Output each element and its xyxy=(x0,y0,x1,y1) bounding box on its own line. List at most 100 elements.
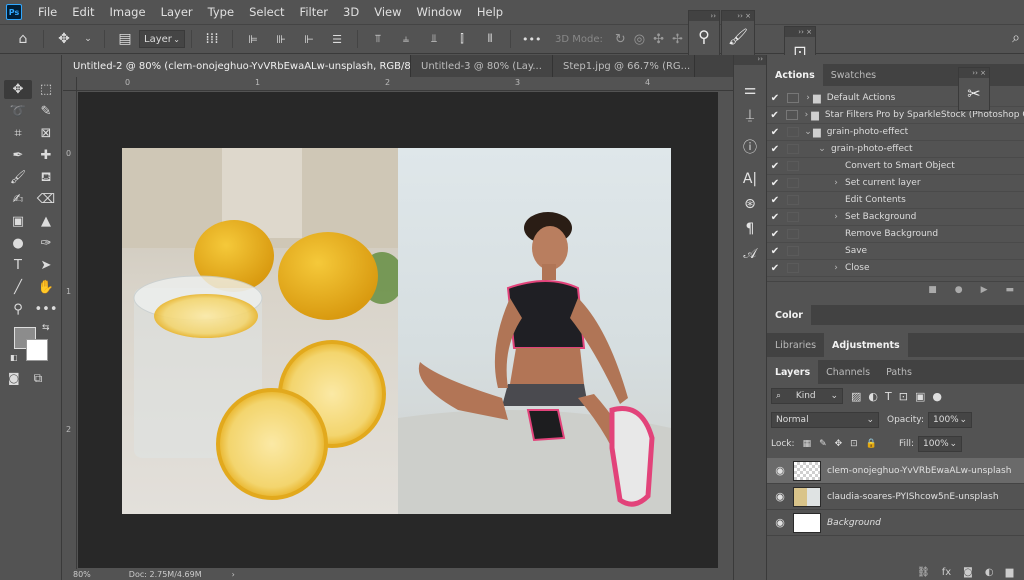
swap-colors-icon[interactable]: ⇆ xyxy=(42,323,50,333)
menu-type[interactable]: Type xyxy=(208,5,234,19)
tab-untitled-2[interactable]: Untitled-2 @ 80% (clem-onojeghuo-YvVRbEw… xyxy=(63,55,411,77)
history-brush-tool-icon[interactable]: ✍ xyxy=(4,190,32,209)
check-icon[interactable]: ✔ xyxy=(767,127,783,138)
menu-image[interactable]: Image xyxy=(110,5,146,19)
vertical-ruler[interactable]: 0 1 2 xyxy=(63,91,77,569)
align-center-icon[interactable]: ⊪ xyxy=(272,33,290,46)
check-icon[interactable]: ✔ xyxy=(767,178,783,189)
panel-close-icon[interactable]: ›› × xyxy=(785,27,815,37)
healing-brush-tool-icon[interactable]: ✚ xyxy=(32,146,60,165)
action-step-close[interactable]: ✔ › Close xyxy=(767,260,1024,277)
action-step-set-current-layer[interactable]: ✔ › Set current layer xyxy=(767,175,1024,192)
add-mask-icon[interactable]: ◙ xyxy=(963,567,973,578)
new-group-icon[interactable]: ▆ xyxy=(1006,567,1014,578)
distribute-right-icon[interactable]: ⦀ xyxy=(481,32,499,46)
chevron-down-icon[interactable]: ⌄ xyxy=(803,127,813,137)
quick-mask-icon[interactable]: ◙ xyxy=(8,371,20,386)
smart-object-filter-icon[interactable]: ▣ xyxy=(915,390,925,403)
blend-mode-dropdown[interactable]: Normal ⌄ xyxy=(771,412,879,428)
chevron-right-icon[interactable]: › xyxy=(802,110,811,120)
document-canvas[interactable] xyxy=(122,148,671,514)
default-colors-icon[interactable]: ◧ xyxy=(10,353,18,362)
tab-actions[interactable]: Actions xyxy=(767,64,823,86)
hand-tool-icon[interactable]: ✋ xyxy=(32,278,60,297)
eyedropper-tool-icon[interactable]: ✒ xyxy=(4,146,32,165)
quick-select-tool-icon[interactable]: ✎ xyxy=(32,102,60,121)
dialog-toggle-icon[interactable] xyxy=(787,161,799,171)
menu-layer[interactable]: Layer xyxy=(161,5,193,19)
more-tools-icon[interactable]: ••• xyxy=(32,300,60,319)
opacity-field[interactable]: 100% ⌄ xyxy=(928,412,972,428)
check-icon[interactable]: ✔ xyxy=(767,263,783,274)
tab-paths[interactable]: Paths xyxy=(878,360,920,384)
eye-icon[interactable]: ◉ xyxy=(767,464,793,477)
properties-icon[interactable]: ⚌ xyxy=(734,79,766,101)
brush-settings-icon[interactable]: ⚲ xyxy=(689,27,719,46)
play-icon[interactable]: ▶ xyxy=(981,285,988,295)
clone-stamp-tool-icon[interactable]: ⛾ xyxy=(32,168,60,187)
tab-layers[interactable]: Layers xyxy=(767,360,819,384)
filter-toggle-icon[interactable]: ● xyxy=(932,390,942,403)
more-options-icon[interactable]: ••• xyxy=(522,33,541,46)
frame-tool-icon[interactable]: ⊠ xyxy=(32,124,60,143)
layer-row-background[interactable]: ◉ Background xyxy=(767,510,1024,536)
dialog-toggle-icon[interactable] xyxy=(787,144,799,154)
glyphs-icon[interactable]: ⊛ xyxy=(734,193,766,215)
action-step-save[interactable]: ✔ Save xyxy=(767,243,1024,260)
gradient-tool-icon[interactable]: ▣ xyxy=(4,212,32,231)
auto-select-icon[interactable]: ▤ xyxy=(116,31,134,47)
check-icon[interactable]: ✔ xyxy=(767,229,783,240)
dock-collapse-icon[interactable]: ›› xyxy=(734,55,766,65)
screen-mode-icon[interactable]: ⧉ xyxy=(34,371,43,386)
align-right-icon[interactable]: ⊩ xyxy=(300,33,318,46)
action-row-grain-action[interactable]: ✔ ⌄ grain-photo-effect xyxy=(767,141,1024,158)
tab-adjustments[interactable]: Adjustments xyxy=(824,333,908,357)
menu-filter[interactable]: Filter xyxy=(300,5,328,19)
brushes-icon[interactable]: 🖌 xyxy=(722,27,754,46)
chevron-right-icon[interactable]: › xyxy=(803,93,813,103)
check-icon[interactable]: ✔ xyxy=(767,246,783,257)
adjustment-filter-icon[interactable]: ◐ xyxy=(868,390,878,403)
dialog-toggle-icon[interactable] xyxy=(787,127,799,137)
menu-file[interactable]: File xyxy=(38,5,57,19)
new-set-icon[interactable]: ▬ xyxy=(1005,285,1014,295)
stop-icon[interactable]: ■ xyxy=(928,285,937,295)
marquee-tool-icon[interactable]: ⬚ xyxy=(32,80,60,99)
check-icon[interactable]: ✔ xyxy=(767,144,783,155)
adjustments-brush-icon[interactable]: ⍊ xyxy=(734,104,766,126)
line-tool-icon[interactable]: ╱ xyxy=(4,278,32,297)
dialog-toggle-icon[interactable] xyxy=(787,93,799,103)
eraser-tool-icon[interactable]: ⌫ xyxy=(32,190,60,209)
zoom-tool-icon[interactable]: ⚲ xyxy=(4,300,32,319)
lasso-tool-icon[interactable]: ➰ xyxy=(4,102,32,121)
check-icon[interactable]: ✔ xyxy=(767,110,782,121)
fill-field[interactable]: 100% ⌄ xyxy=(918,436,962,452)
layer-kind-filter[interactable]: ⌕ Kind ⌄ xyxy=(771,388,843,404)
blur-tool-icon[interactable]: ▲ xyxy=(32,212,60,231)
dialog-toggle-icon[interactable] xyxy=(787,178,799,188)
new-adjustment-icon[interactable]: ◐ xyxy=(985,567,994,578)
tab-untitled-3[interactable]: Untitled-3 @ 80% (Lay... × xyxy=(411,55,553,77)
character-icon[interactable]: A| xyxy=(734,168,766,190)
auto-select-dropdown[interactable]: Layer ⌄ xyxy=(139,30,185,48)
pen-tool-icon[interactable]: ✑ xyxy=(32,234,60,253)
background-color-swatch[interactable] xyxy=(26,339,48,361)
dialog-toggle-icon[interactable] xyxy=(787,212,799,222)
scissors-icon[interactable]: ✂ xyxy=(959,84,989,103)
tab-swatches[interactable]: Swatches xyxy=(823,64,884,86)
check-icon[interactable]: ✔ xyxy=(767,195,783,206)
type-filter-icon[interactable]: T xyxy=(885,390,892,403)
move-tool-icon[interactable]: ✥ xyxy=(55,31,73,47)
horizontal-ruler[interactable]: 0 1 2 3 4 xyxy=(77,77,733,91)
action-step-remove-background[interactable]: ✔ Remove Background xyxy=(767,226,1024,243)
eye-icon[interactable]: ◉ xyxy=(767,490,793,503)
pixel-filter-icon[interactable]: ▨ xyxy=(851,390,861,403)
lock-image-icon[interactable]: ✎ xyxy=(819,439,827,449)
menu-window[interactable]: Window xyxy=(417,5,462,19)
dodge-tool-icon[interactable]: ● xyxy=(4,234,32,253)
dialog-toggle-icon[interactable] xyxy=(787,246,799,256)
panel-collapse-icon[interactable]: ›› xyxy=(689,11,719,21)
check-icon[interactable]: ✔ xyxy=(767,212,783,223)
check-icon[interactable]: ✔ xyxy=(767,93,783,104)
align-top-icon[interactable]: ☰ xyxy=(328,33,346,46)
